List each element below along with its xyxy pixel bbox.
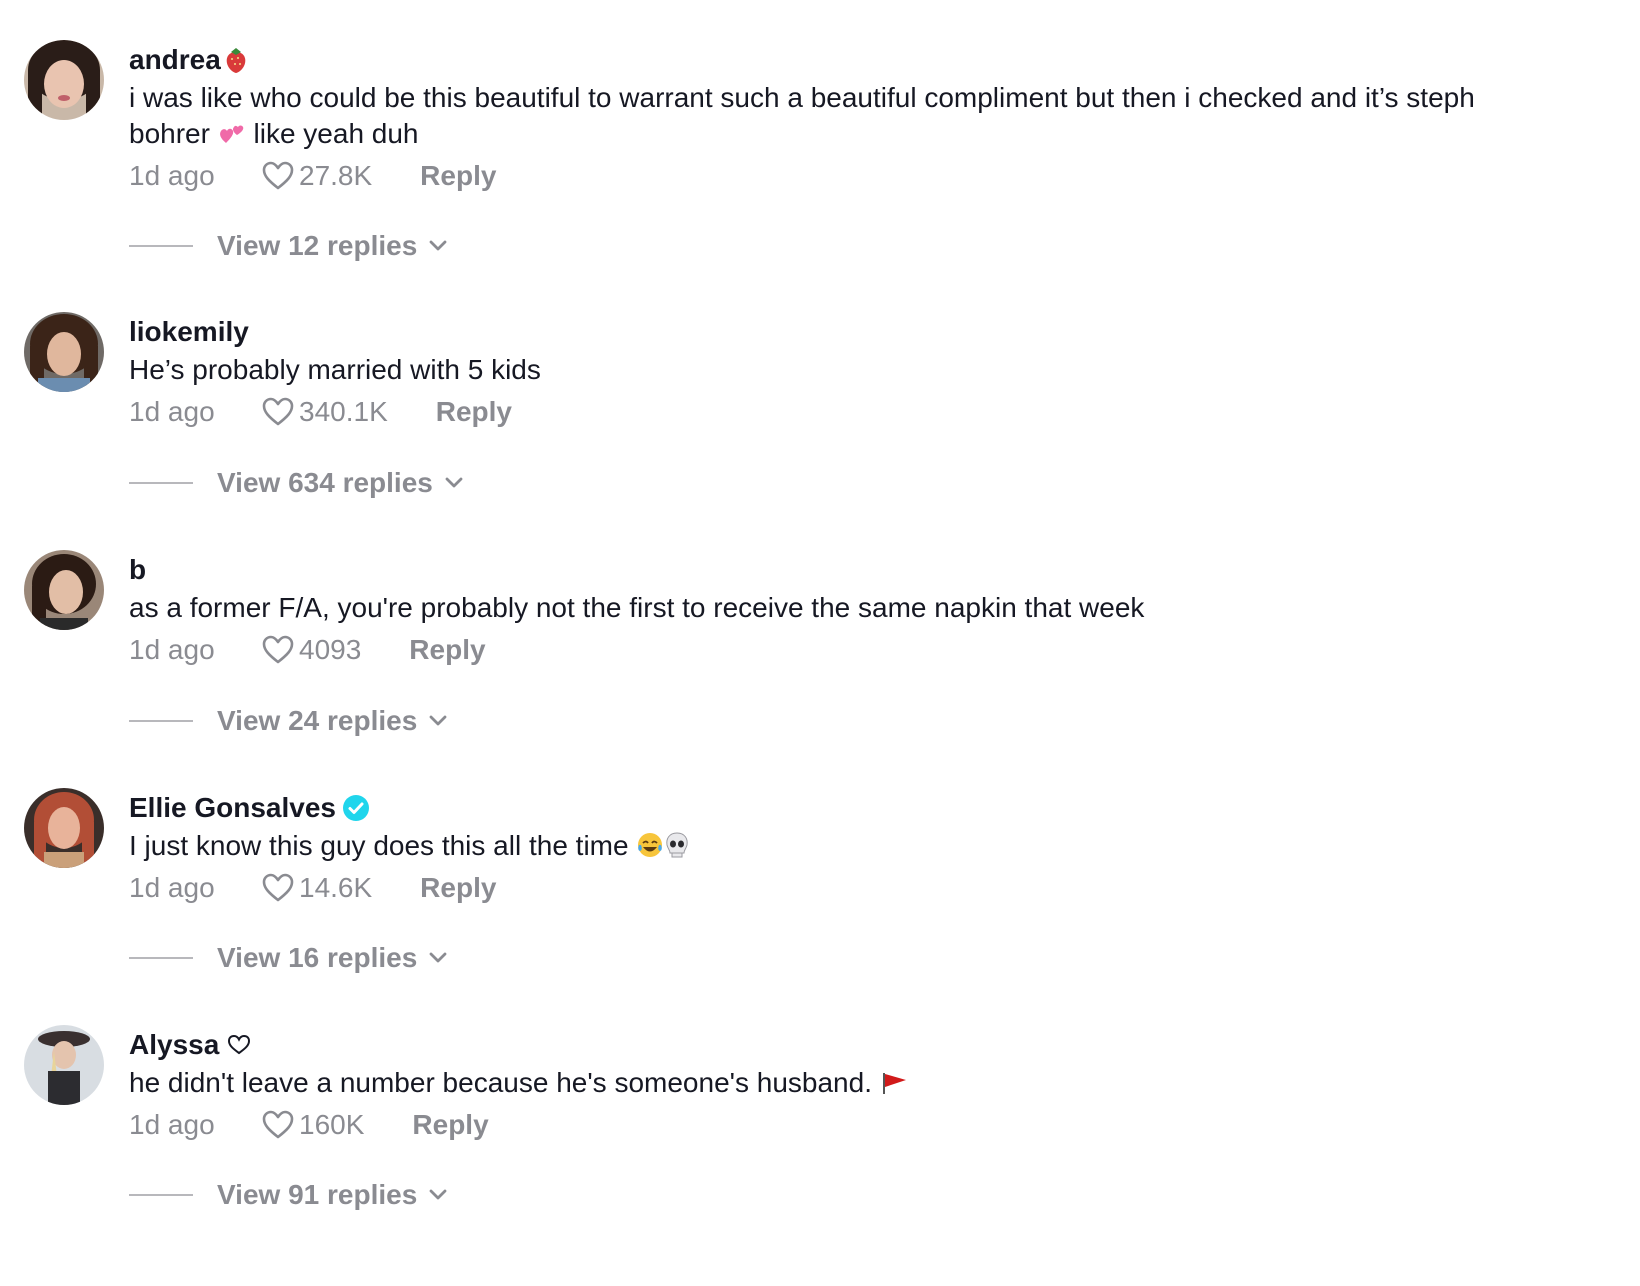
username-text[interactable]: Ellie Gonsalves xyxy=(129,792,336,824)
divider-line xyxy=(129,957,193,959)
view-replies-label[interactable]: View 91 replies xyxy=(217,1179,417,1211)
like-button[interactable]: 27.8K xyxy=(261,160,372,192)
timestamp: 1d ago xyxy=(129,1109,215,1140)
username[interactable]: Ellie Gonsalves xyxy=(129,788,1600,828)
white-heart-icon xyxy=(228,1034,251,1055)
like-count: 340.1K xyxy=(299,396,388,427)
like-button[interactable]: 14.6K xyxy=(261,872,372,904)
verified-badge-icon xyxy=(343,795,369,821)
view-replies-button[interactable]: View 91 replies xyxy=(129,1175,447,1215)
view-replies-label[interactable]: View 16 replies xyxy=(217,942,417,974)
view-replies-button[interactable]: View 16 replies xyxy=(129,938,447,978)
avatar[interactable] xyxy=(24,788,104,868)
username[interactable]: Alyssa xyxy=(129,1025,1600,1065)
view-replies-button[interactable]: View 12 replies xyxy=(129,226,447,266)
avatar-image xyxy=(24,550,104,630)
like-button[interactable]: 160K xyxy=(261,1109,364,1141)
comment-meta: 1d ago 160K Reply xyxy=(129,1105,1600,1145)
timestamp: 1d ago xyxy=(129,872,215,903)
heart-icon[interactable] xyxy=(261,396,295,428)
username[interactable]: andrea xyxy=(129,40,1600,80)
avatar[interactable] xyxy=(24,40,104,120)
heart-icon[interactable] xyxy=(261,872,295,904)
username-text[interactable]: liokemily xyxy=(129,316,249,348)
divider-line xyxy=(129,245,193,247)
username-text[interactable]: andrea xyxy=(129,44,221,76)
avatar-image xyxy=(24,1025,104,1105)
reply-button[interactable]: Reply xyxy=(420,160,496,192)
reply-button[interactable]: Reply xyxy=(409,634,485,666)
username[interactable]: liokemily xyxy=(129,312,1600,352)
like-button[interactable]: 4093 xyxy=(261,634,361,666)
timestamp: 1d ago xyxy=(129,160,215,191)
avatar[interactable] xyxy=(24,550,104,630)
divider-line xyxy=(129,720,193,722)
comment-meta: 1d ago 14.6K Reply xyxy=(129,868,1600,908)
reply-button[interactable]: Reply xyxy=(412,1109,488,1141)
heart-icon[interactable] xyxy=(261,1109,295,1141)
comment-text: i was like who could be this beautiful t… xyxy=(129,80,1600,152)
username-text[interactable]: Alyssa xyxy=(129,1029,219,1061)
like-count: 4093 xyxy=(299,634,362,665)
comment-meta: 1d ago 340.1K Reply xyxy=(129,392,1600,432)
avatar[interactable] xyxy=(24,312,104,392)
comment-text-part: he didn't leave a number because he's so… xyxy=(129,1067,872,1098)
like-count: 14.6K xyxy=(299,872,373,903)
chevron-down-icon[interactable] xyxy=(429,715,447,727)
timestamp: 1d ago xyxy=(129,396,215,427)
tears-of-joy-icon xyxy=(638,833,663,857)
comment-text: He’s probably married with 5 kids xyxy=(129,354,541,385)
reply-button[interactable]: Reply xyxy=(436,396,512,428)
comment-text: he didn't leave a number because he's so… xyxy=(129,1065,1600,1101)
view-replies-label[interactable]: View 24 replies xyxy=(217,705,417,737)
skull-icon xyxy=(666,832,689,858)
like-button[interactable]: 340.1K xyxy=(261,396,388,428)
chevron-down-icon[interactable] xyxy=(429,952,447,964)
like-count: 160K xyxy=(299,1109,365,1140)
username[interactable]: b xyxy=(129,550,1600,590)
comment-meta: 1d ago 4093 Reply xyxy=(129,630,1600,670)
view-replies-button[interactable]: View 24 replies xyxy=(129,701,447,741)
avatar-image xyxy=(24,40,104,120)
comment-text: as a former F/A, you're probably not the… xyxy=(129,592,1145,623)
divider-line xyxy=(129,482,193,484)
comment-text-part: I just know this guy does this all the t… xyxy=(129,830,629,861)
like-count: 27.8K xyxy=(299,160,373,191)
chevron-down-icon[interactable] xyxy=(429,240,447,252)
comment-text: I just know this guy does this all the t… xyxy=(129,828,1600,864)
comment-text-line: bohrer like yeah duh xyxy=(129,116,1600,152)
avatar-image xyxy=(24,788,104,868)
chevron-down-icon[interactable] xyxy=(429,1189,447,1201)
heart-icon[interactable] xyxy=(261,634,295,666)
strawberry-icon xyxy=(223,46,249,74)
comment-text-line: i was like who could be this beautiful t… xyxy=(129,82,1475,113)
comment-meta: 1d ago 27.8K Reply xyxy=(129,156,1600,196)
username-text[interactable]: b xyxy=(129,554,146,586)
two-hearts-icon xyxy=(219,125,243,143)
red-flag-icon xyxy=(882,1073,906,1094)
chevron-down-icon[interactable] xyxy=(445,477,463,489)
comment-text-part: like yeah duh xyxy=(253,118,419,149)
avatar-image xyxy=(24,312,104,392)
divider-line xyxy=(129,1194,193,1196)
view-replies-label[interactable]: View 634 replies xyxy=(217,467,433,499)
reply-button[interactable]: Reply xyxy=(420,872,496,904)
view-replies-button[interactable]: View 634 replies xyxy=(129,463,463,503)
timestamp: 1d ago xyxy=(129,634,215,665)
heart-icon[interactable] xyxy=(261,160,295,192)
comment-text-part: bohrer xyxy=(129,118,210,149)
avatar[interactable] xyxy=(24,1025,104,1105)
view-replies-label[interactable]: View 12 replies xyxy=(217,230,417,262)
